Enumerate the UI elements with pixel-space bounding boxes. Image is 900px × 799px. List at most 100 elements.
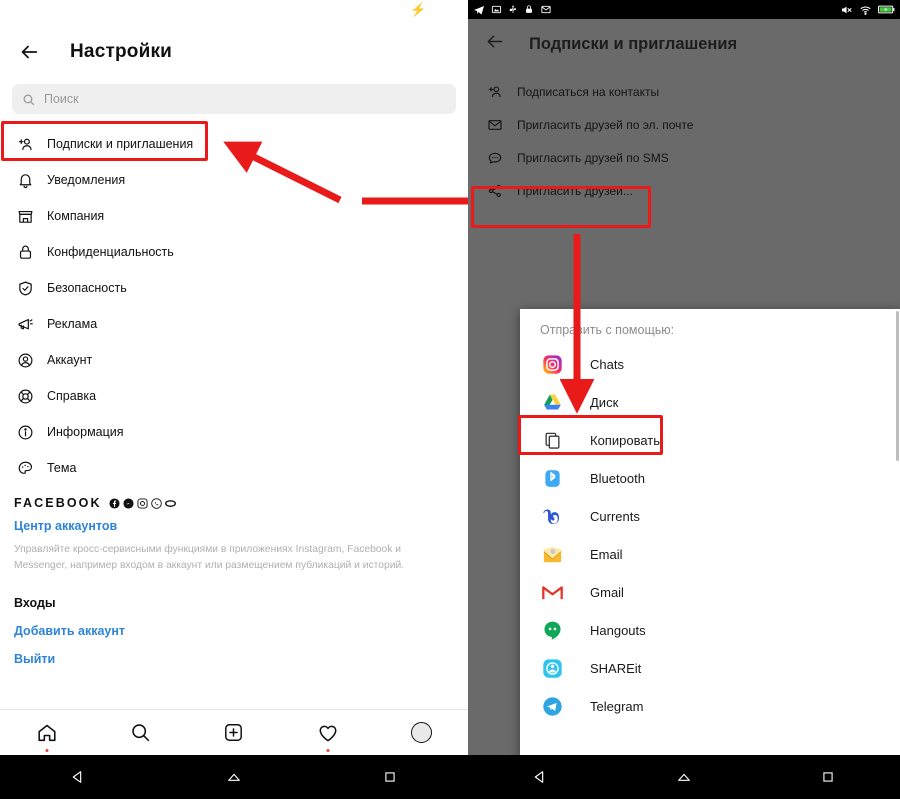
settings-menu-list: Подписки и приглашения Уведомления Компа… — [0, 122, 468, 709]
gmail-icon — [540, 580, 564, 604]
info-icon — [14, 421, 36, 443]
search-placeholder: Поиск — [44, 92, 79, 106]
page-title: Настройки — [70, 41, 173, 62]
share-option-email[interactable]: Email — [520, 535, 900, 573]
sidebar-item-security[interactable]: Безопасность — [0, 270, 468, 306]
back-triangle-icon[interactable] — [510, 769, 570, 785]
home-icon — [38, 724, 56, 741]
facebook-section: FACEBOOK Центр аккаунтов Управляйте крос… — [0, 486, 468, 666]
sidebar-item-notifications[interactable]: Уведомления — [0, 162, 468, 198]
sidebar-item-label: Реклама — [47, 317, 98, 331]
follow-person-icon — [484, 81, 506, 103]
search-icon — [132, 724, 150, 742]
share-sheet-title: Отправить с помощью: — [540, 323, 675, 337]
share-option-label: Hangouts — [590, 622, 646, 638]
share-option-label: Копировать — [590, 432, 660, 448]
sidebar-item-theme[interactable]: Тема — [0, 450, 468, 486]
share-option-hangouts[interactable]: Hangouts — [520, 611, 900, 649]
sidebar-item-ads[interactable]: Реклама — [0, 306, 468, 342]
menu-item-invite-sms[interactable]: Пригласить друзей по SMS — [468, 141, 900, 174]
menu-item-follow-contacts[interactable]: Подписаться на контакты — [468, 75, 900, 108]
nav-home-button[interactable] — [27, 717, 67, 752]
add-post-icon — [225, 724, 243, 741]
right-header: Подписки и приглашения — [468, 19, 900, 69]
right-system-nav — [468, 755, 900, 799]
menu-item-invite-friends[interactable]: Пригласить друзей... — [468, 174, 900, 207]
share-option-label: Telegram — [590, 698, 644, 714]
recents-square-icon[interactable] — [798, 770, 858, 784]
follow-person-icon — [14, 133, 36, 155]
right-status-bar — [468, 0, 900, 19]
sidebar-item-privacy[interactable]: Конфиденциальность — [0, 234, 468, 270]
logins-heading: Входы — [14, 595, 56, 610]
share-option-label: SHAREit — [590, 660, 642, 676]
nav-profile-button[interactable] — [401, 717, 441, 749]
search-input[interactable]: Поиск — [12, 84, 456, 114]
facebook-icon — [109, 497, 120, 509]
sidebar-item-label: Подписки и приглашения — [47, 137, 194, 151]
screenshot-icon — [491, 5, 502, 14]
mail-icon — [541, 5, 551, 14]
share-option-label: Диск — [590, 394, 619, 410]
sms-bubble-icon — [484, 147, 506, 169]
share-option-telegram[interactable]: Telegram — [520, 687, 900, 725]
home-pentagon-icon[interactable] — [654, 769, 714, 785]
charging-bolt-icon: ⚡ — [410, 2, 427, 17]
mute-icon — [842, 6, 852, 13]
bell-icon — [14, 169, 36, 191]
search-icon — [23, 94, 35, 105]
sidebar-item-subscriptions[interactable]: Подписки и приглашения — [0, 126, 468, 162]
back-triangle-icon[interactable] — [48, 769, 108, 785]
nav-search-button[interactable] — [120, 717, 160, 749]
dialog-scrollbar[interactable] — [896, 311, 899, 461]
back-arrow-icon[interactable] — [14, 37, 44, 67]
search-container: Поиск — [0, 78, 468, 122]
sidebar-item-label: Конфиденциальность — [47, 245, 174, 259]
share-option-shareit[interactable]: SHAREit — [520, 649, 900, 687]
messenger-icon — [123, 497, 134, 509]
add-account-link[interactable]: Добавить аккаунт — [14, 624, 454, 638]
battery-charging-icon — [878, 5, 895, 14]
account-circle-icon — [14, 349, 36, 371]
share-option-copy[interactable]: Копировать — [520, 421, 900, 459]
sidebar-item-business[interactable]: Компания — [0, 198, 468, 234]
menu-item-label: Пригласить друзей... — [517, 183, 633, 198]
menu-item-invite-email[interactable]: Пригласить друзей по эл. почте — [468, 108, 900, 141]
home-pentagon-icon[interactable] — [204, 769, 264, 785]
lock-icon — [14, 241, 36, 263]
share-option-drive[interactable]: Диск — [520, 383, 900, 421]
nav-add-post-button[interactable] — [214, 717, 254, 749]
status-left-icons — [473, 4, 552, 16]
share-option-chats[interactable]: Chats — [520, 345, 900, 383]
left-header: Настройки — [0, 26, 468, 78]
email-icon — [540, 542, 564, 566]
logout-link[interactable]: Выйти — [14, 652, 454, 666]
back-arrow-icon[interactable] — [484, 31, 505, 57]
accounts-center-link[interactable]: Центр аккаунтов — [14, 519, 454, 533]
telegram-icon — [540, 694, 564, 718]
sidebar-item-help[interactable]: Справка — [0, 378, 468, 414]
share-option-bluetooth[interactable]: Bluetooth — [520, 459, 900, 497]
usb-icon — [509, 5, 516, 13]
oculus-icon — [164, 499, 176, 507]
notification-dot — [326, 748, 330, 752]
bottom-navigation-bar — [0, 709, 468, 755]
page-title: Подписки и приглашения — [529, 34, 738, 53]
sidebar-item-account[interactable]: Аккаунт — [0, 342, 468, 378]
facebook-brand-row: FACEBOOK — [14, 496, 454, 510]
share-sheet-dialog: Отправить с помощью: Chats Диск Копирова… — [520, 309, 900, 768]
share-option-gmail[interactable]: Gmail — [520, 573, 900, 611]
menu-item-label: Подписаться на контакты — [517, 84, 660, 99]
recents-square-icon[interactable] — [360, 770, 420, 784]
copy-icon — [540, 428, 564, 452]
sidebar-item-about[interactable]: Информация — [0, 414, 468, 450]
screenshot-root: ⚡ Настройки Поиск Подписки и приглашения… — [0, 0, 900, 799]
bluetooth-icon — [540, 466, 564, 490]
whatsapp-icon — [150, 497, 162, 509]
currents-icon — [540, 504, 564, 528]
avatar-icon — [410, 722, 432, 743]
notification-dot — [45, 748, 49, 752]
nav-activity-button[interactable] — [308, 717, 348, 752]
left-system-nav — [0, 755, 468, 799]
share-option-currents[interactable]: Currents — [520, 497, 900, 535]
